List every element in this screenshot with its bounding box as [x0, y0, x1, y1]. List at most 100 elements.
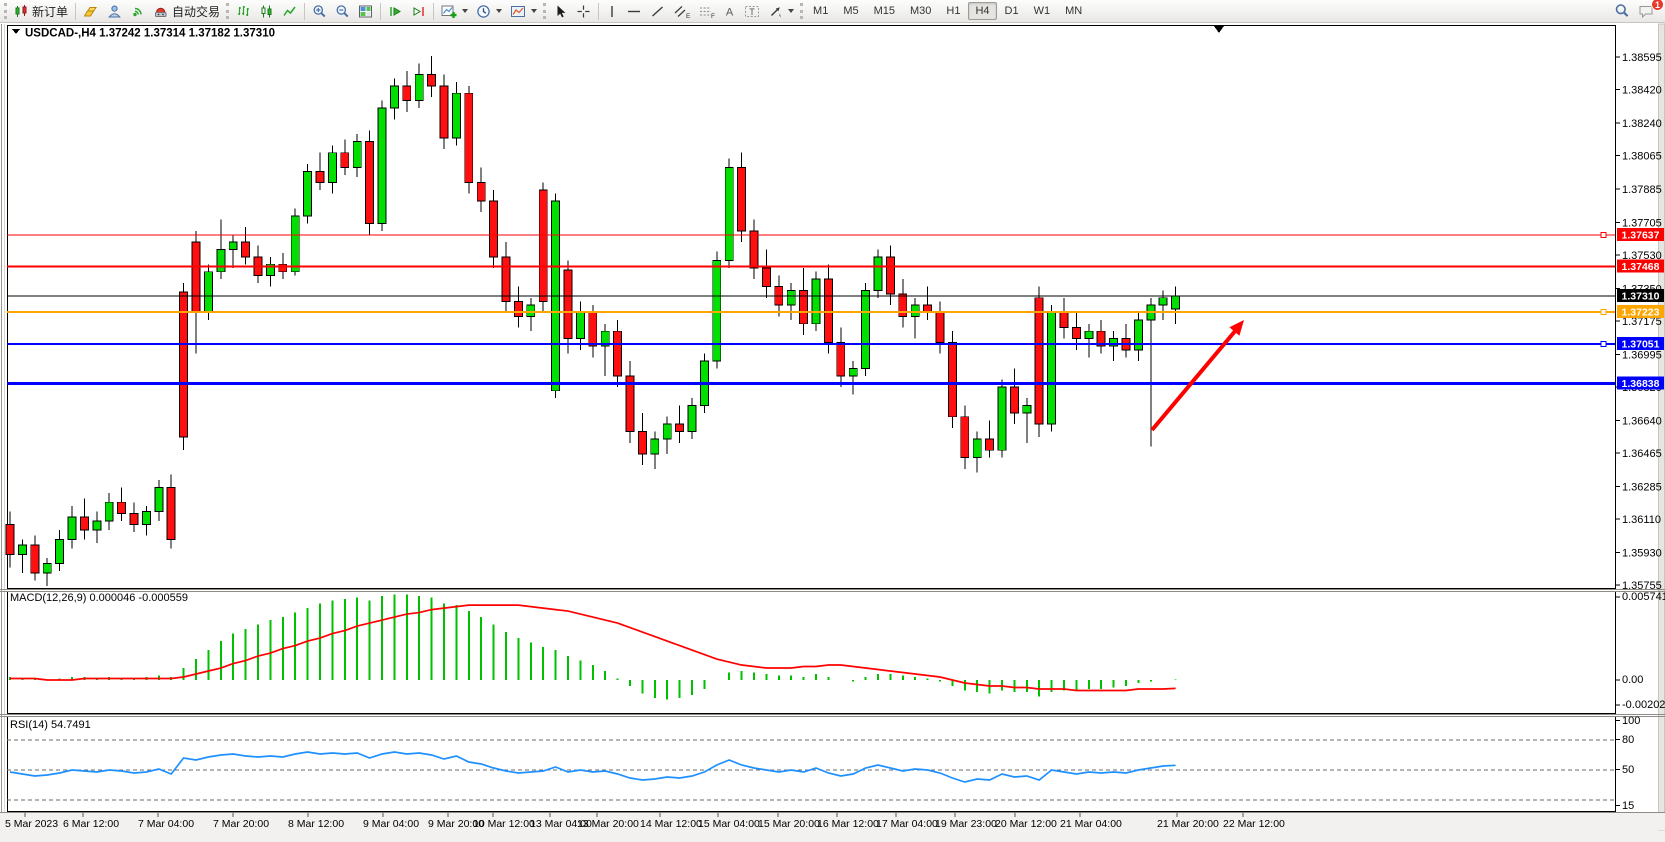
toolbar-separator [75, 3, 76, 20]
candlestick-chart-icon [259, 4, 274, 19]
main-toolbar: 新订单 自动交易 [0, 0, 1665, 23]
trendline-icon [650, 4, 665, 19]
trendline-button[interactable] [646, 1, 669, 21]
templates-button[interactable] [506, 1, 541, 21]
zoom-out-icon [335, 4, 350, 19]
notifications-button[interactable]: 1 [1634, 1, 1659, 21]
new-order-button[interactable]: 新订单 [10, 1, 72, 21]
indicators-button[interactable] [437, 1, 472, 21]
timeframe-M15[interactable]: M15 [867, 2, 902, 20]
svg-text:T: T [749, 7, 755, 17]
toolbar-separator [380, 3, 381, 20]
timeframe-toolbar: M1M5M15M30H1H4D1W1MN [806, 2, 1089, 20]
svg-text:50: 50 [1622, 764, 1634, 776]
candle-chart-type-button[interactable] [255, 1, 278, 21]
bar-chart-type-button[interactable] [232, 1, 255, 21]
svg-text:80: 80 [1622, 734, 1634, 746]
chart-window[interactable]: 1.385951.384201.382401.380651.378851.377… [0, 0, 1665, 842]
crosshair-icon [576, 4, 591, 19]
timeframe-D1[interactable]: D1 [998, 2, 1026, 20]
mt4-terminal: { "toolbar": { "new_order_label": "新订单",… [0, 0, 1665, 842]
svg-text:8 Mar 12:00: 8 Mar 12:00 [288, 818, 344, 830]
chevron-down-icon [496, 9, 502, 13]
text-icon: A [723, 4, 736, 19]
profile-icon [107, 4, 122, 19]
svg-text:1.36285: 1.36285 [1622, 481, 1662, 493]
svg-text:USDCAD-,H4 1.37242 1.37314 1.: USDCAD-,H4 1.37242 1.37314 1.37182 1.373… [25, 28, 275, 40]
svg-text:1.37051: 1.37051 [1622, 339, 1660, 351]
tile-windows-button[interactable] [354, 1, 377, 21]
chart-title: USDCAD-,H4 1.37242 1.37314 1.37182 1.373… [12, 28, 275, 40]
periods-button[interactable] [472, 1, 506, 21]
crosshair-button[interactable] [572, 1, 595, 21]
indicators-icon [441, 4, 457, 19]
zoom-out-button[interactable] [331, 1, 354, 21]
chart-shift-button[interactable] [407, 1, 430, 21]
zoom-in-icon [312, 4, 327, 19]
cursor-arrow-icon [553, 4, 568, 19]
toolbar-grip[interactable] [543, 3, 546, 19]
equidistant-channel-icon: E [673, 4, 690, 19]
svg-text:15: 15 [1622, 800, 1634, 812]
svg-text:21 Mar 04:00: 21 Mar 04:00 [1060, 818, 1122, 830]
pane-frames [0, 26, 1665, 812]
svg-text:1.38065: 1.38065 [1622, 151, 1662, 163]
search-icon [1614, 3, 1630, 19]
svg-text:100: 100 [1622, 715, 1640, 727]
text-button[interactable]: A [719, 1, 740, 21]
timeframe-W1[interactable]: W1 [1027, 2, 1058, 20]
timeframe-M5[interactable]: M5 [836, 2, 865, 20]
text-label-button[interactable]: T [740, 1, 764, 21]
svg-text:1.38420: 1.38420 [1622, 85, 1662, 97]
time-axis[interactable]: 5 Mar 20236 Mar 12:007 Mar 04:007 Mar 20… [0, 812, 1665, 830]
auto-trading-button[interactable]: 自动交易 [149, 1, 224, 21]
arrows-shapes-icon [768, 4, 783, 19]
svg-text:1.36110: 1.36110 [1622, 514, 1661, 526]
svg-text:9 Mar 04:00: 9 Mar 04:00 [363, 818, 419, 830]
svg-text:7 Mar 20:00: 7 Mar 20:00 [213, 818, 269, 830]
market-button[interactable] [79, 1, 103, 21]
timeframe-H1[interactable]: H1 [939, 2, 967, 20]
notification-badge: 1 [1651, 0, 1664, 11]
profile-button[interactable] [103, 1, 126, 21]
timeframe-M30[interactable]: M30 [903, 2, 938, 20]
cursor-button[interactable] [549, 1, 572, 21]
line-chart-icon [282, 4, 297, 19]
svg-text:-0.002027: -0.002027 [1622, 699, 1665, 711]
chevron-down-icon [462, 9, 468, 13]
toolbar-grip[interactable] [800, 3, 803, 19]
macd-label: MACD(12,26,9) 0.000046 -0.000559 [10, 592, 188, 604]
shapes-button[interactable] [764, 1, 798, 21]
clock-icon [476, 4, 491, 19]
horizontal-line-button[interactable] [622, 1, 646, 21]
svg-text:1.38595: 1.38595 [1622, 52, 1662, 64]
search-button[interactable] [1610, 1, 1634, 21]
svg-text:10 Mar 12:00: 10 Mar 12:00 [473, 818, 535, 830]
svg-text:15 Mar 20:00: 15 Mar 20:00 [758, 818, 820, 830]
svg-text:1.37223: 1.37223 [1622, 307, 1660, 319]
vertical-line-button[interactable] [602, 1, 622, 21]
svg-text:7 Mar 04:00: 7 Mar 04:00 [138, 818, 194, 830]
timeframe-H4[interactable]: H4 [968, 2, 996, 20]
line-chart-type-button[interactable] [278, 1, 301, 21]
toolbar-grip[interactable] [4, 3, 7, 19]
fibonacci-button[interactable]: F [694, 1, 719, 21]
svg-text:1.37637: 1.37637 [1622, 230, 1660, 242]
auto-scroll-button[interactable] [384, 1, 407, 21]
chevron-down-icon [788, 9, 794, 13]
svg-text:1.37468: 1.37468 [1622, 261, 1660, 273]
new-order-icon [14, 4, 29, 19]
svg-text:0.00: 0.00 [1622, 674, 1643, 686]
toolbar-grip[interactable] [226, 3, 229, 19]
channel-button[interactable]: E [669, 1, 694, 21]
zoom-in-button[interactable] [308, 1, 331, 21]
timeframe-MN[interactable]: MN [1058, 2, 1089, 20]
chevron-down-icon [531, 9, 537, 13]
toolbar-separator [433, 3, 434, 20]
signals-button[interactable] [126, 1, 149, 21]
toolbar-separator [304, 3, 305, 20]
timeframe-M1[interactable]: M1 [806, 2, 835, 20]
svg-text:21 Mar 20:00: 21 Mar 20:00 [1157, 818, 1219, 830]
svg-text:6 Mar 12:00: 6 Mar 12:00 [63, 818, 119, 830]
chart-shift-icon [411, 4, 426, 19]
